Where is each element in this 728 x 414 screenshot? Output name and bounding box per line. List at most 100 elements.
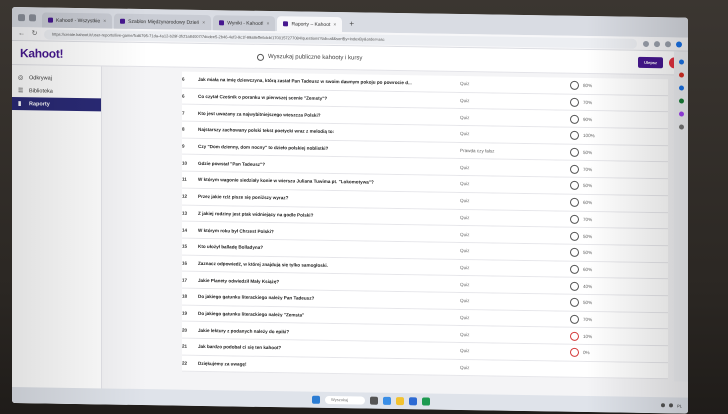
edge-icon[interactable]	[383, 396, 391, 405]
question-type: Quiz	[460, 231, 470, 237]
question-number: 6	[182, 77, 185, 83]
correct-percentage: 50%	[570, 298, 592, 308]
window-controls	[18, 7, 36, 27]
shopping-icon[interactable]	[678, 72, 684, 78]
percentage-value: 60%	[583, 200, 593, 206]
window-menu-icon[interactable]	[18, 13, 25, 21]
percentage-value: 70%	[583, 216, 593, 222]
search-bar[interactable]: Wyszukaj publiczne kahooty i kursy	[257, 50, 457, 67]
search-icon[interactable]	[678, 59, 684, 65]
percentage-value: 70%	[583, 316, 593, 323]
progress-ring-icon	[570, 298, 579, 308]
question-type: Prawda czy fałsz	[460, 148, 495, 154]
question-number: 12	[182, 193, 188, 199]
correct-percentage: 90%	[570, 114, 592, 124]
games-icon[interactable]	[678, 98, 684, 104]
question-type: Quiz	[460, 264, 470, 271]
downloads-icon[interactable]	[665, 40, 671, 47]
upgrade-button[interactable]: Ulepsz	[638, 56, 663, 69]
percentage-value: 10%	[583, 333, 593, 339]
compass-icon: ◎	[18, 74, 24, 81]
tab-label: Wyniki - Kahoot!	[227, 19, 264, 27]
app-icon[interactable]	[422, 397, 430, 406]
progress-ring-icon	[570, 348, 579, 358]
correct-percentage: 50%	[570, 247, 592, 258]
tab-label: Raporty – Kahoot	[291, 20, 331, 28]
bar-chart-icon: ▮	[18, 100, 22, 107]
questions-list: 6 Jak miała na imię dziewczyna, którą zas…	[102, 66, 688, 413]
sidebar-item-label: Biblioteka	[29, 87, 53, 95]
browser-tab[interactable]: Wyniki - Kahoot! ×	[213, 15, 276, 32]
percentage-value: 50%	[583, 150, 593, 156]
extension-icon[interactable]	[654, 40, 660, 47]
question-number: 6	[182, 93, 185, 99]
correct-percentage: 80%	[570, 81, 592, 91]
question-number: 10	[182, 160, 188, 166]
correct-percentage: 70%	[570, 97, 592, 107]
question-type: Quiz	[460, 114, 470, 120]
percentage-value: 60%	[583, 266, 593, 273]
question-text: Do jakiego gatunku literackiego należy P…	[198, 294, 315, 302]
progress-ring-icon	[570, 147, 579, 158]
question-type: Quiz	[460, 348, 470, 354]
taskbar-search[interactable]: Wyszukaj	[325, 395, 365, 405]
wifi-icon[interactable]	[661, 403, 666, 408]
close-icon[interactable]: ×	[333, 22, 336, 28]
question-text: Kto ułożył balladę Bolladyna?	[198, 244, 264, 251]
question-type: Quiz	[460, 365, 470, 371]
office-icon[interactable]	[678, 111, 684, 117]
question-type: Quiz	[460, 98, 470, 104]
back-icon[interactable]: ←	[18, 30, 25, 37]
content-area: ◎ Odkrywaj ☰ Biblioteka ▮ Raporty 6 Jak m…	[12, 65, 688, 414]
tab-group-icon[interactable]	[29, 13, 36, 21]
correct-percentage: 70%	[570, 214, 593, 224]
percentage-value: 0%	[583, 350, 590, 356]
language-indicator[interactable]: PL	[677, 403, 682, 408]
start-icon[interactable]	[312, 395, 320, 404]
tab-label: Szablon Międzynarodowy Dzień	[128, 18, 200, 26]
close-icon[interactable]: ×	[103, 18, 106, 24]
percentage-value: 50%	[583, 183, 593, 189]
browser-tab[interactable]: Kahoot! - Wszystkie ×	[42, 12, 113, 29]
question-text: Do jakiego gatunku literackiego należy "…	[198, 310, 305, 318]
sidebar-item-label: Odkrywaj	[29, 74, 52, 82]
question-text: Co czytał Cześnik o poranku w pierwszej …	[198, 93, 328, 101]
question-number: 18	[182, 293, 188, 300]
question-type: Quiz	[460, 164, 470, 170]
search-input[interactable]: Wyszukaj publiczne kahooty i kursy	[268, 54, 362, 61]
question-type: Quiz	[460, 131, 470, 137]
correct-percentage: 50%	[570, 147, 593, 158]
close-icon[interactable]: ×	[202, 19, 205, 25]
question-text: Jak bardzo podobał ci się ten kahoot?	[198, 344, 282, 351]
store-icon[interactable]	[409, 397, 417, 406]
question-text: Czy "Dom dzienny, dom nocny" to dzieło p…	[198, 144, 329, 152]
folder-icon[interactable]	[396, 397, 404, 406]
correct-percentage: 70%	[570, 314, 593, 324]
correct-percentage: 100%	[570, 131, 595, 141]
volume-icon[interactable]	[669, 403, 674, 408]
task-view-icon[interactable]	[370, 396, 378, 405]
system-tray: PL	[661, 403, 682, 408]
close-icon[interactable]: ×	[267, 20, 270, 26]
kahoot-logo[interactable]: Kahoot!	[20, 46, 63, 61]
sidebar-item-reports[interactable]: ▮ Raporty	[12, 97, 101, 112]
question-text: Dziękujemy za uwagę!	[198, 360, 247, 367]
correct-percentage: 70%	[570, 164, 592, 174]
correct-percentage: 60%	[570, 264, 593, 274]
question-number: 8	[182, 127, 185, 133]
progress-ring-icon	[570, 131, 579, 141]
tools-icon[interactable]	[678, 85, 684, 91]
progress-ring-icon	[570, 247, 579, 258]
question-type: Quiz	[460, 214, 470, 221]
refresh-icon[interactable]: ↻	[31, 30, 38, 37]
add-icon[interactable]	[678, 124, 684, 130]
profile-icon[interactable]	[676, 40, 682, 48]
question-text: Jakie Planety odwiedził Mały Książę?	[198, 277, 280, 284]
browser-tab[interactable]: Szablon Międzynarodowy Dzień ×	[114, 13, 212, 31]
progress-ring-icon	[570, 181, 579, 191]
question-type: Quiz	[460, 281, 470, 287]
browser-tab-active[interactable]: Raporty – Kahoot ×	[277, 16, 343, 33]
bookmark-icon[interactable]	[643, 40, 649, 47]
new-tab-button[interactable]: +	[344, 17, 359, 32]
question-type: Quiz	[460, 198, 470, 204]
